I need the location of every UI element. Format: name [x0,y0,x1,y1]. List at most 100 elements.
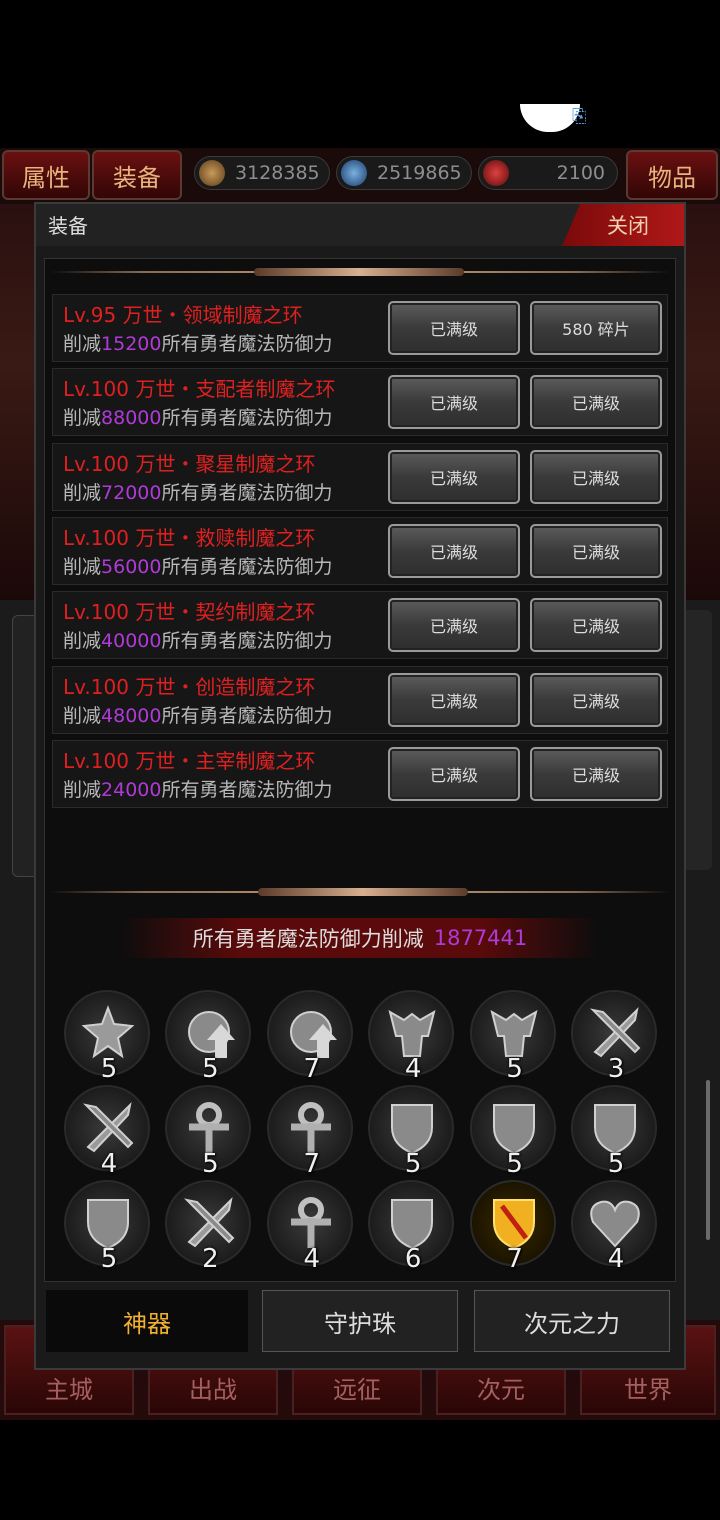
medal-level: 2 [202,1244,219,1274]
blue-orb-icon [341,160,367,186]
ring-description: 削减56000所有勇者魔法防御力 [63,552,332,579]
ring-reduction-value: 72000 [101,481,162,504]
artifact-medal[interactable]: 5 [165,1085,252,1179]
max-level-button[interactable]: 已满级 [530,672,662,727]
medal-level: 5 [506,1054,523,1084]
tab-guardian-orb[interactable]: 守护珠 [262,1290,458,1352]
medal-level: 7 [303,1054,321,1084]
max-level-button[interactable]: 已满级 [388,672,520,727]
tab-artifact[interactable]: 神器 [46,1290,248,1352]
medal-level: 7 [303,1149,321,1179]
artifact-medal[interactable]: 4 [266,1180,353,1274]
medal-level: 5 [404,1149,422,1179]
fragment-button[interactable]: 580 碎片 [530,301,662,355]
ring-row: Lv.100 万世・救赎制魔之环 削减56000所有勇者魔法防御力 已满级 已满级 [52,516,668,585]
max-level-button[interactable]: 已满级 [388,746,520,801]
ring-desc-suffix: 所有勇者魔法防御力 [161,555,333,578]
medal-level: 5 [607,1149,625,1179]
medal-level: 5 [100,1054,118,1084]
ring-row: Lv.100 万世・支配者制魔之环 削减88000所有勇者魔法防御力 已满级 已满级 [52,368,668,437]
max-level-button[interactable]: 已满级 [388,523,520,578]
close-button[interactable]: 关闭 [562,204,684,246]
total-reduction-label: 所有勇者魔法防御力削减 [192,927,424,951]
ring-name: Lv.95 万世・领域制魔之环 [63,303,303,327]
ring-desc-suffix: 所有勇者魔法防御力 [161,481,333,504]
max-level-button[interactable]: 已满级 [530,598,662,653]
artifact-medal[interactable]: 5 [64,1180,150,1274]
total-reduction-banner: 所有勇者魔法防御力削减 1877441 [120,918,600,958]
medal-level: 5 [202,1149,219,1179]
ring-name: Lv.100 万世・契约制魔之环 [63,600,316,625]
artifact-medal[interactable]: 5 [571,1085,657,1179]
red-emblem-icon [483,160,509,186]
ring-desc-suffix: 所有勇者魔法防御力 [161,778,333,801]
medal-level: 6 [404,1244,422,1274]
ring-desc-suffix: 所有勇者魔法防御力 [161,630,333,653]
resource-orb-value: 2519865 [377,162,462,184]
ring-name: Lv.100 万世・支配者制魔之环 [63,377,336,402]
ring-desc-prefix: 削减 [63,407,102,430]
artifact-medal[interactable]: 5 [469,1085,556,1179]
ring-row: Lv.100 万世・主宰制魔之环 削减24000所有勇者魔法防御力 已满级 已满级 [52,739,668,808]
ring-reduction-value: 56000 [101,555,162,578]
total-reduction-value: 1877441 [433,926,528,950]
artifact-medal[interactable]: 4 [368,990,455,1084]
top-divider-ornament [254,268,464,276]
ring-name: Lv.100 万世・聚星制魔之环 [63,451,316,476]
scrollbar[interactable] [706,1080,710,1240]
bronze-medal-icon [199,160,225,186]
ring-row: Lv.95 万世・领域制魔之环 削减15200所有勇者魔法防御力 已满级 580 碎片 [52,294,668,362]
medal-level: 5 [506,1149,523,1179]
ring-reduction-value: 88000 [101,407,162,430]
ring-reduction-value: 40000 [101,630,162,653]
medal-level: 5 [202,1054,219,1084]
resource-orb: 2519865 [336,156,472,190]
ring-description: 削减72000所有勇者魔法防御力 [63,478,332,505]
artifact-medal[interactable]: 4 [571,1180,657,1274]
max-level-button[interactable]: 已满级 [530,746,662,801]
artifact-medal[interactable]: 5 [368,1085,455,1179]
max-level-button[interactable]: 已满级 [388,449,520,504]
artifact-medal[interactable]: 2 [165,1180,252,1274]
tab-items[interactable]: 物品 [626,150,718,200]
ring-description: 削减15200所有勇者魔法防御力 [63,329,332,356]
artifact-medal[interactable]: 6 [368,1180,455,1274]
artifact-medal[interactable]: 4 [64,1085,150,1179]
artifact-medal[interactable]: 3 [571,990,657,1084]
artifact-medal[interactable]: 7 [266,1085,353,1179]
ring-row: Lv.100 万世・创造制魔之环 削减48000所有勇者魔法防御力 已满级 已满级 [52,665,668,734]
max-level-button[interactable]: 已满级 [530,449,662,504]
ring-name: Lv.100 万世・主宰制魔之环 [63,748,316,773]
ring-description: 削减88000所有勇者魔法防御力 [63,403,332,430]
medal-level: 7 [506,1244,523,1274]
resource-gold: 3128385 [194,156,330,190]
medal-level: 3 [607,1054,625,1084]
resource-emblem-value: 2100 [556,162,605,184]
ring-row: Lv.100 万世・契约制魔之环 削减40000所有勇者魔法防御力 已满级 已满级 [52,591,668,660]
ring-desc-suffix: 所有勇者魔法防御力 [161,704,333,727]
tab-dimension-power[interactable]: 次元之力 [474,1290,670,1352]
ring-desc-prefix: 削减 [63,778,102,801]
ring-desc-prefix: 削减 [63,555,102,578]
medal-level: 4 [607,1244,625,1274]
medal-level: 5 [100,1244,118,1274]
max-level-button[interactable]: 已满级 [388,598,520,653]
artifact-medal[interactable]: 5 [165,990,252,1084]
share-icon[interactable]: ⎘ [572,106,606,130]
max-level-button[interactable]: 已满级 [530,523,662,578]
tab-equipment[interactable]: 装备 [92,150,182,200]
ring-reduction-value: 15200 [101,333,162,355]
max-level-button[interactable]: 已满级 [388,375,520,430]
ring-reduction-value: 48000 [101,704,162,727]
tab-attributes[interactable]: 属性 [2,150,90,200]
max-level-button[interactable]: 已满级 [530,375,662,430]
medal-level: 4 [100,1149,118,1179]
artifact-medal[interactable]: 7 [469,1180,556,1274]
artifact-medal[interactable]: 5 [64,990,150,1084]
ring-description: 削减40000所有勇者魔法防御力 [63,626,332,653]
artifact-medal[interactable]: 5 [469,990,556,1084]
artifact-medal[interactable]: 7 [266,990,353,1084]
modal-title: 装备 [48,214,88,238]
ring-desc-prefix: 削减 [63,704,102,727]
max-level-button[interactable]: 已满级 [388,301,520,355]
